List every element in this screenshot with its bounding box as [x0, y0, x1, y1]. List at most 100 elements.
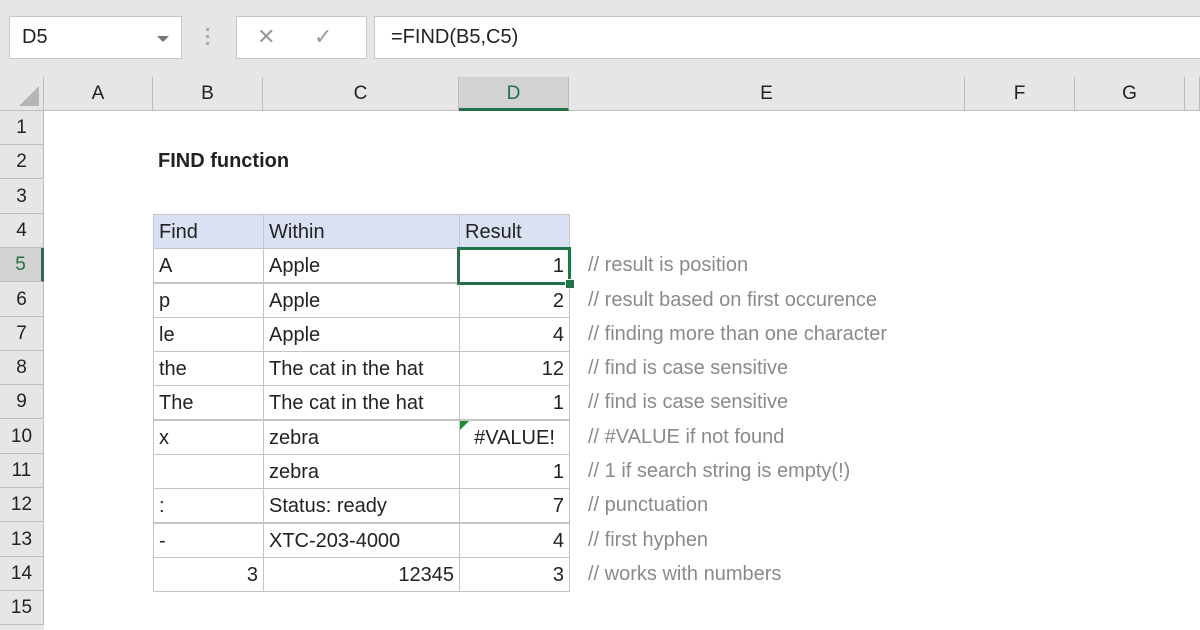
- result-cell[interactable]: 4: [459, 317, 570, 352]
- column-header-f[interactable]: F: [965, 77, 1075, 111]
- within-cell-value: zebra: [269, 461, 320, 483]
- table-header-result-value: Result: [465, 221, 522, 243]
- within-cell[interactable]: The cat in the hat: [263, 351, 460, 386]
- row-header-1[interactable]: 1: [0, 111, 44, 145]
- formula-buttons: ✕ ✓ fx: [236, 16, 394, 59]
- find-cell-value: The: [159, 392, 194, 414]
- name-box-value[interactable]: D5: [22, 26, 48, 49]
- row-header-9[interactable]: 9: [0, 385, 44, 419]
- result-cell-value: 1: [552, 392, 564, 414]
- name-box[interactable]: D5: [9, 16, 182, 59]
- find-cell[interactable]: A: [153, 248, 264, 283]
- row-header-2[interactable]: 2: [0, 145, 44, 179]
- find-cell-value: x: [159, 427, 169, 449]
- within-cell[interactable]: The cat in the hat: [263, 385, 460, 420]
- find-cell[interactable]: The: [153, 385, 264, 420]
- find-cell[interactable]: -: [153, 523, 264, 558]
- comment-text[interactable]: // finding more than one character: [588, 317, 887, 351]
- within-cell[interactable]: Apple: [263, 248, 460, 283]
- cancel-icon[interactable]: ✕: [257, 24, 275, 50]
- find-cell[interactable]: le: [153, 317, 264, 352]
- comment-text[interactable]: // #VALUE if not found: [588, 420, 784, 454]
- column-header-c[interactable]: C: [263, 77, 459, 111]
- within-cell[interactable]: Status: ready: [263, 488, 460, 523]
- row-header-10[interactable]: 10: [0, 420, 44, 454]
- find-cell[interactable]: [153, 454, 264, 489]
- column-header-e[interactable]: E: [569, 77, 965, 111]
- comment-text[interactable]: // punctuation: [588, 488, 708, 522]
- result-cell[interactable]: 1: [459, 454, 570, 489]
- find-cell[interactable]: x: [153, 420, 264, 455]
- row-header-5[interactable]: 5: [0, 248, 44, 282]
- comment-text[interactable]: // result based on first occurence: [588, 283, 877, 317]
- column-header-g[interactable]: G: [1075, 77, 1185, 111]
- fill-handle[interactable]: [565, 279, 575, 289]
- row-header-3[interactable]: 3: [0, 180, 44, 214]
- error-indicator-icon[interactable]: [460, 421, 469, 430]
- row-header-12[interactable]: 12: [0, 488, 44, 522]
- column-header-a[interactable]: A: [44, 77, 153, 111]
- comment-text[interactable]: // result is position: [588, 248, 748, 282]
- find-cell[interactable]: p: [153, 283, 264, 318]
- result-cell-value: 3: [552, 564, 564, 586]
- find-cell[interactable]: 3: [153, 557, 264, 592]
- within-cell[interactable]: Apple: [263, 317, 460, 352]
- comment-text[interactable]: // first hyphen: [588, 523, 708, 557]
- column-header-partial[interactable]: [1185, 77, 1200, 111]
- result-cell[interactable]: 1: [459, 385, 570, 420]
- find-cell[interactable]: :: [153, 488, 264, 523]
- result-cell[interactable]: 4: [459, 523, 570, 558]
- chevron-down-icon[interactable]: [157, 36, 169, 42]
- check-icon[interactable]: ✓: [314, 24, 332, 50]
- result-cell[interactable]: 1: [459, 248, 570, 283]
- table-header-within[interactable]: Within: [263, 214, 460, 249]
- row-header-6[interactable]: 6: [0, 283, 44, 317]
- result-cell[interactable]: #VALUE!: [459, 420, 570, 455]
- within-cell-value: 12345: [398, 564, 454, 586]
- within-cell[interactable]: Apple: [263, 283, 460, 318]
- formula-input[interactable]: =FIND(B5,C5): [374, 16, 1200, 59]
- result-cell[interactable]: 12: [459, 351, 570, 386]
- row-header-8[interactable]: 8: [0, 351, 44, 385]
- row-header-4[interactable]: 4: [0, 214, 44, 248]
- comment-text[interactable]: // works with numbers: [588, 557, 781, 591]
- find-cell-value: :: [159, 495, 165, 517]
- within-cell-value: Status: ready: [269, 495, 387, 517]
- comment-text[interactable]: // 1 if search string is empty(!): [588, 454, 850, 488]
- formula-text[interactable]: =FIND(B5,C5): [391, 26, 518, 49]
- within-cell[interactable]: 12345: [263, 557, 460, 592]
- row-header-14[interactable]: 14: [0, 557, 44, 591]
- find-cell-value: A: [159, 255, 173, 277]
- column-header-b[interactable]: B: [153, 77, 263, 111]
- table-header-find-value: Find: [159, 221, 198, 243]
- result-cell-value: 7: [552, 495, 564, 517]
- within-cell-value: Apple: [269, 255, 321, 277]
- within-cell[interactable]: zebra: [263, 454, 460, 489]
- row-header-13[interactable]: 13: [0, 523, 44, 557]
- drag-handle-icon[interactable]: [206, 28, 210, 48]
- result-cell-value: 4: [552, 530, 564, 552]
- within-cell-value: The cat in the hat: [269, 358, 424, 380]
- column-header-d[interactable]: D: [459, 77, 569, 111]
- within-cell[interactable]: zebra: [263, 420, 460, 455]
- within-cell-value: Apple: [269, 324, 321, 346]
- within-cell[interactable]: XTC-203-4000: [263, 523, 460, 558]
- result-cell[interactable]: 7: [459, 488, 570, 523]
- sheet-title[interactable]: FIND function: [158, 150, 289, 173]
- find-cell-value: -: [159, 530, 166, 552]
- row-header-15[interactable]: 15: [0, 591, 44, 625]
- comment-text[interactable]: // find is case sensitive: [588, 385, 788, 419]
- find-cell[interactable]: the: [153, 351, 264, 386]
- select-all-icon: [19, 86, 39, 106]
- result-cell[interactable]: 3: [459, 557, 570, 592]
- find-cell-value: p: [159, 290, 171, 312]
- result-cell-value: 12: [541, 358, 564, 380]
- table-header-find[interactable]: Find: [153, 214, 264, 249]
- row-header-11[interactable]: 11: [0, 454, 44, 488]
- row-header-7[interactable]: 7: [0, 317, 44, 351]
- result-cell[interactable]: 2: [459, 283, 570, 318]
- select-all-button[interactable]: [0, 77, 44, 111]
- comment-text[interactable]: // find is case sensitive: [588, 351, 788, 385]
- within-cell-value: XTC-203-4000: [269, 530, 401, 552]
- table-header-result[interactable]: Result: [459, 214, 570, 249]
